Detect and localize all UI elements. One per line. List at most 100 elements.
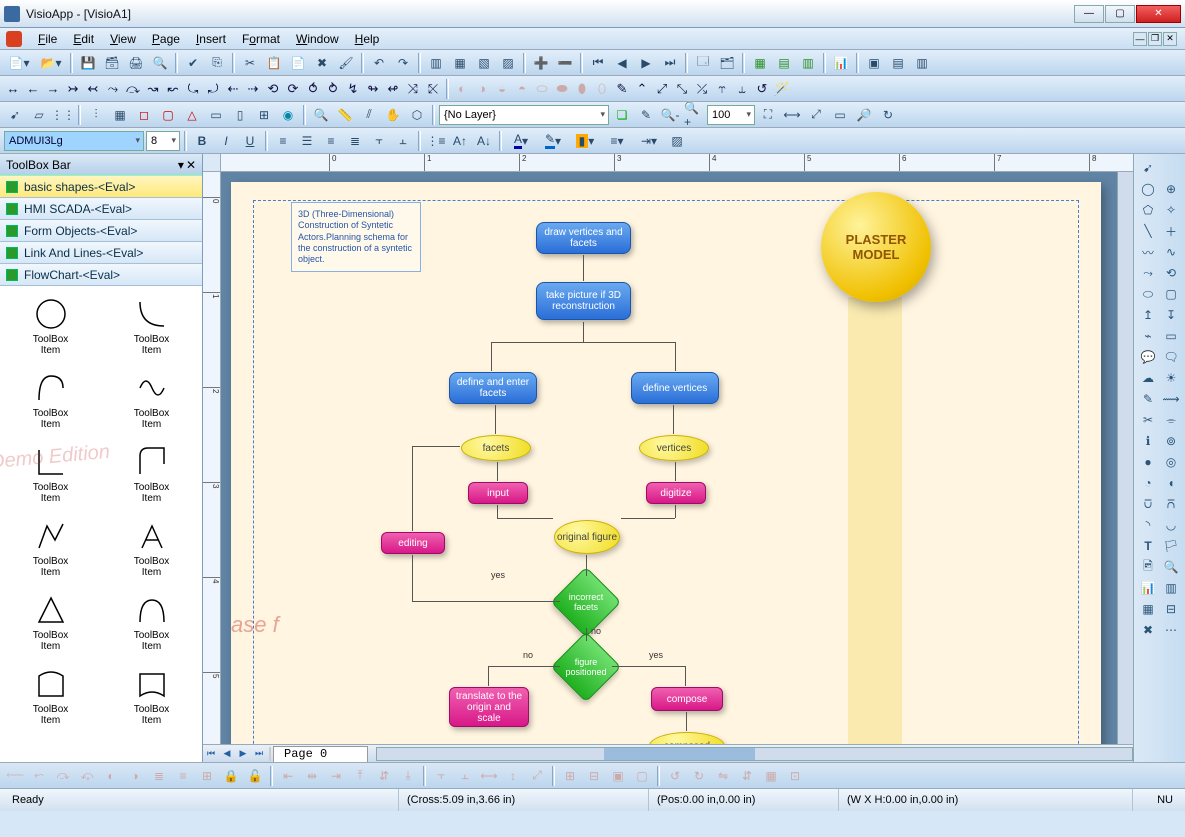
bt-flipV[interactable]: ⇵ <box>736 765 758 787</box>
snap-2[interactable]: ▦ <box>109 104 131 126</box>
bt-dist-v[interactable]: ⫠ <box>454 765 476 787</box>
node-translate[interactable]: translate to the origin and scale <box>449 687 529 727</box>
table-insert-button[interactable]: ▦ <box>749 52 771 74</box>
shape-spline-8[interactable]: ⬯ <box>593 80 611 98</box>
research-button[interactable]: ⎘ <box>206 52 228 74</box>
zoom-page[interactable]: ▭ <box>829 104 851 126</box>
rt-zigzag-icon[interactable]: ⌁ <box>1137 326 1159 346</box>
node-define-vertices[interactable]: define vertices <box>631 372 719 404</box>
dec-font[interactable]: A↓ <box>473 130 495 152</box>
shape-edit-1[interactable]: ✎ <box>613 80 631 98</box>
bt-rotL[interactable]: ↺ <box>664 765 686 787</box>
shape-spline-5[interactable]: ⬭ <box>533 80 551 98</box>
node-compose[interactable]: compose <box>651 687 723 711</box>
toolbox-item[interactable]: ToolBox Item <box>4 512 97 582</box>
conn-19[interactable]: ↫ <box>384 80 402 98</box>
bt-sameW[interactable]: ⟷ <box>478 765 500 787</box>
toolbox-cat-link-lines[interactable]: Link And Lines-<Eval> <box>0 242 202 264</box>
shadow-button[interactable]: ▨ <box>666 130 688 152</box>
rt-cut2-icon[interactable]: ✂ <box>1137 410 1159 430</box>
rt-more-icon[interactable]: ⋯ <box>1160 620 1182 640</box>
tab-nav-prev[interactable]: ◀ <box>219 746 235 762</box>
bt-6[interactable]: ◑ <box>124 765 146 787</box>
nav-last-button[interactable]: ⏭ <box>659 52 681 74</box>
rt-rect-icon[interactable]: ▭ <box>1160 326 1182 346</box>
zoom-fit[interactable]: ⛶ <box>757 104 779 126</box>
rt-curve-icon[interactable]: 〰 <box>1137 242 1159 262</box>
toolbox-close-icon[interactable]: ✕ <box>186 158 196 172</box>
rt-text-icon[interactable]: T <box>1137 536 1159 556</box>
menu-page[interactable]: Page <box>144 30 188 48</box>
toolbox-item[interactable]: ToolBox Item <box>105 586 198 656</box>
toolbox-item[interactable]: ToolBox Item <box>105 364 198 434</box>
redo-button[interactable]: ↷ <box>392 52 414 74</box>
group-toggle-button[interactable]: ▦ <box>449 52 471 74</box>
rt-oval-icon[interactable]: ⬭ <box>1137 284 1159 304</box>
layer-select[interactable]: {No Layer} <box>439 105 609 125</box>
zoom-out[interactable]: 🔍- <box>659 104 681 126</box>
vertical-scrollbar[interactable] <box>1117 172 1133 744</box>
conn-5[interactable]: ⤳ <box>104 80 122 98</box>
node-editing[interactable]: editing <box>381 532 445 554</box>
delete-button[interactable]: ✖ <box>311 52 333 74</box>
align-justify[interactable]: ≣ <box>344 130 366 152</box>
chart-button[interactable]: 📊 <box>830 52 852 74</box>
shape-edit-4[interactable]: ⤡ <box>673 80 691 98</box>
conn-10[interactable]: ⤾ <box>204 80 222 98</box>
menu-file[interactable]: File <box>30 30 65 48</box>
rt-donut-icon[interactable]: ◎ <box>1160 452 1182 472</box>
save-button[interactable]: 💾 <box>77 52 99 74</box>
bt-group[interactable]: ⊞ <box>559 765 581 787</box>
table-add-row-button[interactable]: ▤ <box>773 52 795 74</box>
print-preview-button[interactable]: 🔍 <box>149 52 171 74</box>
rt-conn-icon[interactable]: ⟿ <box>1160 389 1182 409</box>
bt-sameS[interactable]: ⤢ <box>526 765 548 787</box>
bt-snapG[interactable]: ▦ <box>760 765 782 787</box>
nav-prev-button[interactable]: ◀ <box>611 52 633 74</box>
canvas[interactable]: PLASTER MODEL 3D (Three-Dimensional) Con… <box>221 172 1133 744</box>
conn-12[interactable]: ⇢ <box>244 80 262 98</box>
rt-arrowup-icon[interactable]: ↥ <box>1137 305 1159 325</box>
toolbox-item[interactable]: ToolBox Item <box>105 438 198 508</box>
bt-align-c[interactable]: ⇹ <box>301 765 323 787</box>
guides-toggle[interactable]: ⫽ <box>358 104 380 126</box>
add-page-button[interactable]: ➕ <box>530 52 552 74</box>
menu-format[interactable]: Format <box>234 30 288 48</box>
fill-color[interactable]: ▮▾ <box>570 130 600 152</box>
zoom-100[interactable]: 🔎 <box>853 104 875 126</box>
align-center[interactable]: ☰ <box>296 130 318 152</box>
app-menu-icon[interactable] <box>6 31 22 47</box>
conn-14[interactable]: ⟳ <box>284 80 302 98</box>
rt-pointer[interactable]: ➹ <box>1137 158 1159 178</box>
rt-bubble-icon[interactable]: 🗨 <box>1160 347 1182 367</box>
bt-rotR[interactable]: ↻ <box>688 765 710 787</box>
conn-3[interactable]: ↣ <box>64 80 82 98</box>
inc-font[interactable]: A↑ <box>449 130 471 152</box>
close-button[interactable]: ✕ <box>1136 5 1181 23</box>
pan-tool[interactable]: ✋ <box>382 104 404 126</box>
conn-16[interactable]: ⥁ <box>324 80 342 98</box>
shape-spline-6[interactable]: ⬬ <box>553 80 571 98</box>
zoom-combo[interactable]: 100 <box>707 105 755 125</box>
shape-edit-5[interactable]: ⤰ <box>693 80 711 98</box>
toolbox-item[interactable]: ToolBox Item <box>4 660 97 730</box>
ellipse-vertices[interactable]: vertices <box>639 435 709 461</box>
bt-front[interactable]: ▣ <box>607 765 629 787</box>
bt-8[interactable]: ≡ <box>172 765 194 787</box>
bt-align-l[interactable]: ⇤ <box>277 765 299 787</box>
bt-align-m[interactable]: ⇵ <box>373 765 395 787</box>
rt-pie-icon[interactable]: ◔ <box>1137 473 1159 493</box>
bt-7[interactable]: ≣ <box>148 765 170 787</box>
nav-next-button[interactable]: ▶ <box>635 52 657 74</box>
rt-scope-icon[interactable]: ⊚ <box>1160 431 1182 451</box>
rt-circle-icon[interactable]: ● <box>1137 452 1159 472</box>
properties-button[interactable]: 🗔 <box>692 52 714 74</box>
bt-4[interactable]: ⤽ <box>76 765 98 787</box>
zoom-width[interactable]: ⟷ <box>781 104 803 126</box>
rt-arc-icon[interactable]: ◝ <box>1137 515 1159 535</box>
bt-unlock[interactable]: 🔓 <box>244 765 266 787</box>
node-digitize[interactable]: digitize <box>646 482 706 504</box>
mdi-minimize[interactable]: — <box>1133 32 1147 46</box>
conn-1[interactable]: ← <box>24 80 42 98</box>
conn-15[interactable]: ⥀ <box>304 80 322 98</box>
